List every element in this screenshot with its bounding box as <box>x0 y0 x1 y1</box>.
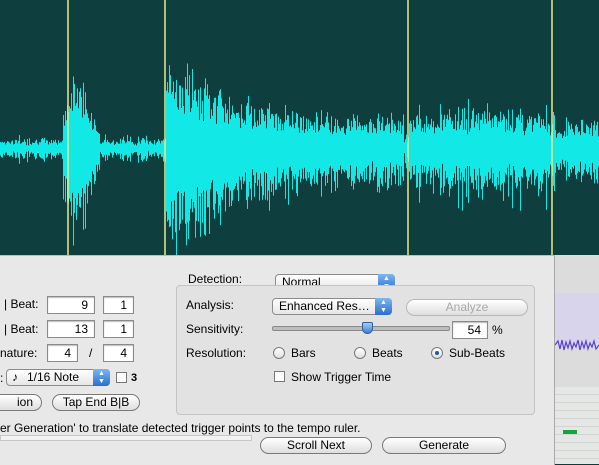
waveform-svg <box>0 0 599 262</box>
scroll-next-button[interactable]: Scroll Next <box>260 437 372 454</box>
triplet-label: 3 <box>131 372 138 384</box>
generate-button[interactable]: Generate <box>382 437 506 454</box>
analyze-button[interactable]: Analyze <box>406 299 528 316</box>
green-marker <box>563 430 577 434</box>
end-beat-field[interactable]: 1 <box>103 320 134 338</box>
track-grid <box>555 387 599 464</box>
sensitivity-field[interactable]: 54 <box>452 321 488 339</box>
eighth-note-icon: ♪ <box>12 370 18 384</box>
sensitivity-slider[interactable] <box>272 322 450 334</box>
show-trigger-checkbox[interactable] <box>274 371 285 382</box>
sensitivity-slider-thumb[interactable] <box>362 322 373 334</box>
signature-label: nature: <box>0 346 38 360</box>
start-beat-field[interactable]: 1 <box>103 296 134 314</box>
percent-unit: % <box>492 323 503 337</box>
resolution-label: Resolution: <box>186 346 247 360</box>
track-region <box>555 293 599 343</box>
note-value-label: 1/16 Note <box>27 370 80 384</box>
sensitivity-label: Sensitivity: <box>186 322 244 336</box>
waveform-path <box>0 63 599 262</box>
mini-waveform <box>555 338 599 352</box>
popup-arrows-icon: ▲▼ <box>93 369 110 386</box>
note-label: : <box>0 371 4 385</box>
resolution-subbeats-radio[interactable] <box>431 347 443 359</box>
popup-arrows-icon: ▲▼ <box>375 298 392 315</box>
resolution-beats-radio[interactable] <box>354 347 366 359</box>
tap-end-button[interactable]: Tap End B|B <box>52 394 140 411</box>
end-bar-field[interactable]: 13 <box>47 320 95 338</box>
show-trigger-label: Show Trigger Time <box>291 370 392 384</box>
tap-start-button[interactable]: ion <box>0 394 42 411</box>
row2-label: | Beat: <box>4 322 39 336</box>
signature-numerator-field[interactable]: 4 <box>47 344 78 362</box>
side-track-strip <box>555 255 599 464</box>
signature-denominator-field[interactable]: 4 <box>103 344 134 362</box>
resolution-beats-label: Beats <box>372 346 403 360</box>
hint-text: er Generation' to translate detected tri… <box>0 421 361 435</box>
analysis-value: Enhanced Res… <box>279 299 370 313</box>
resolution-bars-label: Bars <box>291 346 316 360</box>
analysis-label: Analysis: <box>186 298 235 312</box>
beat-mapping-panel: | Beat: 9 1 | Beat: 13 1 nature: 4 / 4 :… <box>0 255 555 465</box>
row1-label: | Beat: <box>4 297 39 311</box>
note-value-popup[interactable]: ♪ 1/16 Note ▲ ▼ <box>6 369 110 386</box>
resolution-bars-radio[interactable] <box>273 347 285 359</box>
start-bar-field[interactable]: 9 <box>47 296 95 314</box>
triplet-checkbox[interactable] <box>116 372 127 383</box>
resolution-subbeats-label: Sub-Beats <box>449 346 506 360</box>
signature-separator: / <box>89 346 93 360</box>
progress-bar <box>0 435 252 441</box>
analysis-popup[interactable]: Enhanced Res… ▲ ▼ <box>272 298 392 315</box>
detection-label: Detection: <box>188 272 243 286</box>
waveform-display[interactable] <box>0 0 599 262</box>
